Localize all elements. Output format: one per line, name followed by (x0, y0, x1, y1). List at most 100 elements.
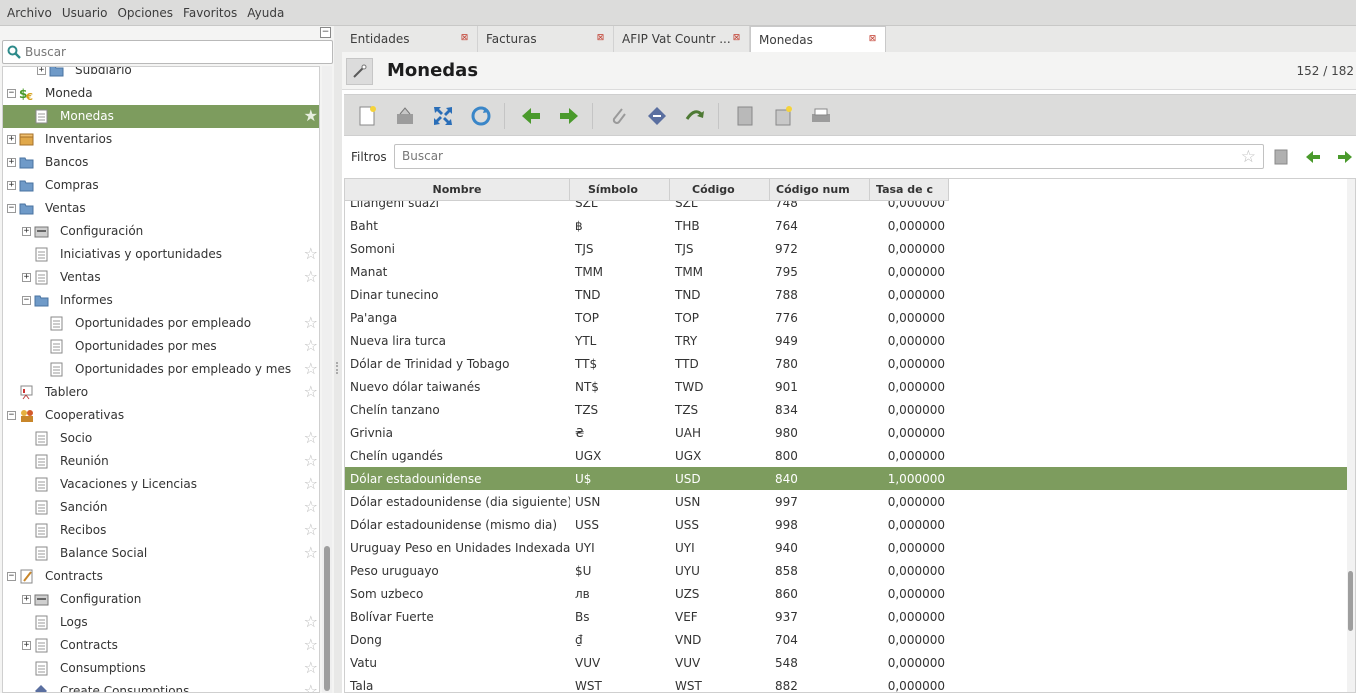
previous-record-icon[interactable] (520, 105, 542, 127)
relate-icon[interactable] (684, 105, 706, 127)
collapse-icon[interactable]: − (22, 296, 31, 305)
close-icon[interactable]: ⊠ (868, 35, 877, 44)
close-icon[interactable]: ⊠ (596, 34, 605, 43)
star-icon[interactable]: ☆ (304, 269, 318, 285)
sidebar-item[interactable]: − Ventas (3, 197, 319, 220)
sidebar-search-input[interactable] (25, 45, 315, 59)
table-scrollbar[interactable] (1347, 179, 1355, 692)
sidebar-item[interactable]: + Configuración (3, 220, 319, 243)
sidebar-item[interactable]: − Cooperativas (3, 404, 319, 427)
collapse-icon[interactable]: − (7, 204, 16, 213)
sidebar-item[interactable]: + Configuration (3, 588, 319, 611)
menu-usuario[interactable]: Usuario (57, 0, 113, 26)
table-row[interactable]: Baht ฿ THB 764 0,000000 (345, 214, 1355, 237)
star-icon[interactable]: ☆ (304, 522, 318, 538)
sidebar-item[interactable]: Socio ☆ (3, 427, 319, 450)
expand-icon[interactable]: + (7, 181, 16, 190)
report-icon[interactable] (734, 105, 756, 127)
table-row[interactable]: Nuevo dólar taiwanés NT$ TWD 901 0,000000 (345, 375, 1355, 398)
sidebar-item[interactable]: + Subdiario (3, 67, 319, 82)
table-row[interactable]: Dólar de Trinidad y Tobago TT$ TTD 780 0,000… (345, 352, 1355, 375)
table-row[interactable]: Dólar estadounidense (mismo dia) USS USS 99… (345, 513, 1355, 536)
sidebar-item[interactable]: Consumptions ☆ (3, 657, 319, 680)
table-row[interactable]: Vatu VUV VUV 548 0,000000 (345, 651, 1355, 674)
attachment-icon[interactable] (608, 105, 630, 127)
table-row[interactable]: Chelín tanzano TZS TZS 834 0,000000 (345, 398, 1355, 421)
table-row[interactable]: Uruguay Peso en Unidades Indexadas UYI UYI… (345, 536, 1355, 559)
sidebar-item[interactable]: + Inventarios (3, 128, 319, 151)
table-row[interactable]: Nueva lira turca YTL TRY 949 0,000000 (345, 329, 1355, 352)
collapse-sidebar-button[interactable]: − (320, 27, 331, 38)
print-icon[interactable] (810, 105, 832, 127)
table-row[interactable]: Dinar tunecino TND TND 788 0,000000 (345, 283, 1355, 306)
star-icon[interactable]: ☆ (304, 315, 318, 331)
column-codigo[interactable]: Código (670, 179, 770, 201)
collapse-icon[interactable]: − (7, 572, 16, 581)
table-row[interactable]: Som uzbeco лв UZS 860 0,000000 (345, 582, 1355, 605)
menu-archivo[interactable]: Archivo (2, 0, 57, 26)
table-row[interactable]: Bolívar Fuerte Bs VEF 937 0,000000 (345, 605, 1355, 628)
save-icon[interactable] (394, 105, 416, 127)
sidebar-item[interactable]: − Contracts (3, 565, 319, 588)
star-icon[interactable]: ☆ (1241, 147, 1256, 167)
star-icon[interactable]: ☆ (304, 545, 318, 561)
filter-bookmark-icon[interactable] (1272, 148, 1290, 166)
table-row[interactable]: Pa'anga TOP TOP 776 0,000000 (345, 306, 1355, 329)
table-row[interactable]: Chelín ugandés UGX UGX 800 0,000000 (345, 444, 1355, 467)
column-codigo-numerico[interactable]: Código num (770, 179, 870, 201)
sidebar-item[interactable]: Logs ☆ (3, 611, 319, 634)
sidebar-item[interactable]: + Bancos (3, 151, 319, 174)
sidebar-item[interactable]: − $ € Moneda (3, 82, 319, 105)
star-icon[interactable]: ☆ (304, 361, 318, 377)
table-row[interactable]: Dólar estadounidense U$ USD 840 1,000000 (345, 467, 1355, 490)
sidebar-scrollbar[interactable] (322, 66, 332, 693)
sidebar-item[interactable]: + Ventas ☆ (3, 266, 319, 289)
table-row[interactable]: Somoni TJS TJS 972 0,000000 (345, 237, 1355, 260)
menu-opciones[interactable]: Opciones (112, 0, 178, 26)
sidebar-item[interactable]: Oportunidades por empleado ☆ (3, 312, 319, 335)
star-icon[interactable]: ☆ (304, 660, 318, 676)
sidebar-item[interactable]: − Informes (3, 289, 319, 312)
table-row[interactable]: Dong ₫ VND 704 0,000000 (345, 628, 1355, 651)
column-nombre[interactable]: Nombre (345, 179, 570, 201)
filter-search-input[interactable] (402, 149, 1222, 163)
expand-icon[interactable]: + (7, 158, 16, 167)
star-icon[interactable]: ☆ (304, 499, 318, 515)
star-icon[interactable]: ☆ (304, 614, 318, 630)
collapse-icon[interactable]: − (7, 411, 16, 420)
collapse-icon[interactable]: − (7, 89, 16, 98)
table-row[interactable]: Grivnia ₴ UAH 980 0,000000 (345, 421, 1355, 444)
table-row[interactable]: Peso uruguayo $U UYU 858 0,000000 (345, 559, 1355, 582)
sidebar-item[interactable]: + Compras (3, 174, 319, 197)
star-icon[interactable]: ☆ (304, 637, 318, 653)
email-icon[interactable] (772, 105, 794, 127)
close-icon[interactable]: ⊠ (460, 34, 469, 43)
table-row[interactable]: Tala WST WST 882 0,000000 (345, 674, 1355, 693)
sidebar-item[interactable]: Vacaciones y Licencias ☆ (3, 473, 319, 496)
star-icon[interactable]: ☆ (304, 476, 318, 492)
star-icon[interactable]: ☆ (304, 430, 318, 446)
sidebar-item[interactable]: Recibos ☆ (3, 519, 319, 542)
tab-facturas[interactable]: Facturas ⊠ (478, 26, 614, 52)
table-row[interactable]: Lilangeni suazi SZL SZL 748 0,000000 (345, 201, 1355, 214)
panel-splitter[interactable] (334, 26, 342, 693)
actions-icon[interactable] (646, 105, 668, 127)
sidebar-item[interactable]: Balance Social ☆ (3, 542, 319, 565)
expand-icon[interactable]: + (22, 273, 31, 282)
sidebar-item[interactable]: Iniciativas y oportunidades ☆ (3, 243, 319, 266)
sidebar-item[interactable]: Oportunidades por empleado y mes ☆ (3, 358, 319, 381)
sidebar-item[interactable]: Oportunidades por mes ☆ (3, 335, 319, 358)
reload-icon[interactable] (470, 105, 492, 127)
star-icon[interactable]: ★ (304, 108, 318, 124)
table-row[interactable]: Dólar estadounidense (dia siguiente) USN U… (345, 490, 1355, 513)
sidebar-item[interactable]: Monedas ★ (3, 105, 319, 128)
close-icon[interactable]: ⊠ (732, 34, 741, 43)
filter-next-icon[interactable] (1336, 148, 1354, 166)
menu-favoritos[interactable]: Favoritos (178, 0, 242, 26)
menu-ayuda[interactable]: Ayuda (242, 0, 289, 26)
new-record-icon[interactable] (356, 105, 378, 127)
tab-afip-vat[interactable]: AFIP Vat Countr ... ⊠ (614, 26, 750, 52)
star-icon[interactable]: ☆ (304, 338, 318, 354)
sidebar-item[interactable]: Reunión ☆ (3, 450, 319, 473)
star-icon[interactable]: ☆ (304, 246, 318, 262)
